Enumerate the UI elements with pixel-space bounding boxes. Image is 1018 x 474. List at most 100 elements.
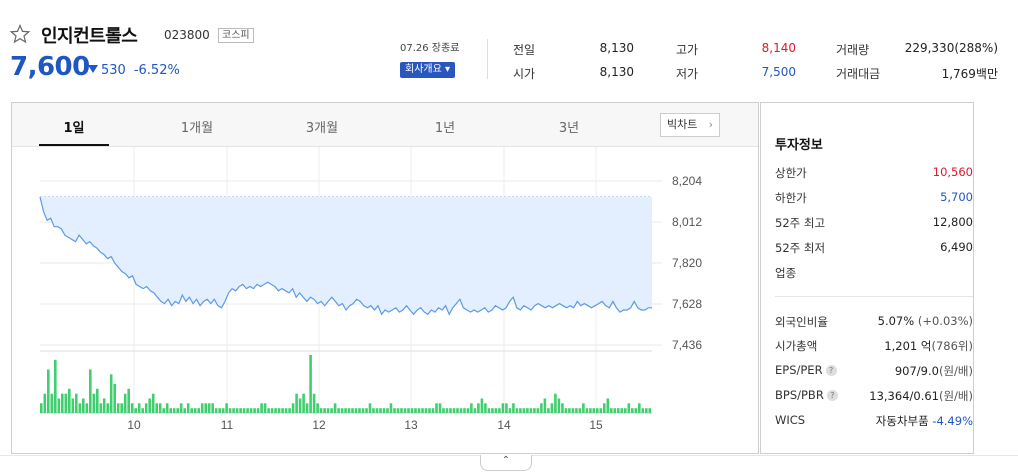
volume-bar — [330, 408, 333, 413]
volume-bar — [645, 408, 648, 413]
volume-bar — [50, 393, 54, 413]
volume-bar — [442, 408, 445, 413]
volume-bar — [557, 398, 561, 413]
volume-bar — [526, 408, 529, 413]
volume-bar — [578, 408, 582, 413]
volume-bar — [176, 408, 179, 413]
volume-bar — [501, 403, 505, 413]
volume-bar — [480, 398, 484, 413]
volume-bar — [120, 403, 123, 413]
volume-value: 229,330(288%) — [904, 41, 998, 55]
volume-bar — [484, 403, 487, 413]
fold-button[interactable]: ⌃ — [480, 455, 532, 471]
wics-value[interactable]: 자동차부품 -4.49% — [876, 413, 973, 429]
volume-bar — [438, 403, 442, 413]
volume-bar — [589, 408, 592, 413]
volume-bar — [207, 403, 211, 413]
volume-bar — [99, 403, 103, 413]
volume-bar — [634, 408, 638, 413]
volume-bar — [610, 408, 613, 413]
volume-bar — [221, 408, 225, 413]
eps-value: 907/9.0(원/배) — [895, 363, 973, 379]
volume-bar — [64, 393, 68, 413]
eps-per: 907/9.0 — [894, 364, 939, 378]
volume-bar — [613, 408, 617, 413]
volume-bar — [141, 408, 144, 413]
volume-bar — [561, 403, 564, 413]
volume-bar — [260, 403, 263, 413]
amount-label: 거래대금 — [836, 67, 881, 81]
volume-bar — [102, 398, 106, 413]
volume-bar — [309, 355, 312, 413]
help-icon[interactable]: ? — [826, 390, 838, 401]
eps-label: EPS/PER? — [775, 363, 837, 377]
volume-bar — [169, 408, 172, 413]
invest-info-panel: 투자정보 상한가 10,560 하한가 5,700 52주 최고 12,800 52주… — [760, 102, 974, 454]
volume-bar — [407, 408, 410, 413]
stock-header: 인지컨트롤스 023800 코스피 7,600 530 -6.52% 07.26 … — [0, 0, 1018, 96]
volume-bar — [414, 408, 417, 413]
volume-bar — [491, 408, 494, 413]
volume-bar — [200, 403, 204, 413]
x-tick-label: 12 — [312, 418, 326, 432]
volume-bar — [375, 408, 379, 413]
volume-bar — [358, 408, 361, 413]
volume-bar — [68, 388, 71, 413]
volume-bar — [638, 403, 641, 413]
mcap-label: 시가총액 — [775, 339, 818, 353]
foreign-ratio: 5.07% — [877, 314, 915, 328]
help-icon[interactable]: ? — [825, 365, 837, 376]
volume-bar — [165, 403, 169, 413]
volume-bar — [452, 408, 456, 413]
volume-bar — [249, 408, 253, 413]
volume-bar — [543, 398, 547, 413]
volume-bar — [288, 408, 291, 413]
volume-bar — [333, 403, 337, 413]
x-tick-label: 15 — [589, 418, 603, 432]
low-label: 저가 — [676, 67, 699, 81]
volume-bar — [540, 403, 543, 413]
high-label: 고가 — [676, 43, 699, 57]
volume-bar — [417, 408, 421, 413]
volume-bar — [592, 408, 596, 413]
volume-bar — [281, 408, 284, 413]
volume-bar — [424, 408, 428, 413]
y-tick-label: 8,204 — [672, 174, 702, 188]
volume-bar — [372, 408, 375, 413]
star-icon[interactable] — [10, 24, 30, 44]
volume-bar — [456, 408, 459, 413]
volume-bar — [389, 403, 393, 413]
wics-label: WICS — [775, 413, 806, 427]
volume-bar — [533, 408, 536, 413]
volume-bar — [256, 408, 260, 413]
volume-bar — [270, 408, 274, 413]
company-overview-button[interactable]: 회사개요 ▾ — [400, 62, 455, 78]
volume-bar — [127, 388, 130, 413]
volume-bar — [40, 403, 43, 413]
volume-bar — [620, 408, 624, 413]
stock-name: 인지컨트롤스 — [41, 26, 138, 47]
volume-bar — [109, 374, 113, 413]
volume-bar — [550, 403, 554, 413]
volume-bar — [498, 408, 501, 413]
upper-limit-label: 상한가 — [775, 166, 807, 180]
volume-bar — [267, 408, 270, 413]
volume-bar — [431, 408, 435, 413]
volume-bar — [148, 398, 151, 413]
volume-bar — [116, 403, 120, 413]
volume-bar — [477, 403, 480, 413]
low52-label: 52주 최저 — [775, 241, 826, 255]
current-price: 7,600 — [10, 52, 90, 82]
volume-label: 거래량 — [836, 43, 870, 57]
volume-bar — [473, 408, 477, 413]
volume-bar — [449, 408, 452, 413]
change-percent: -6.52% — [133, 63, 180, 78]
volume-bar — [599, 408, 603, 413]
volume-bar — [246, 408, 249, 413]
stock-code: 023800 — [164, 28, 210, 42]
x-tick-label: 11 — [221, 418, 234, 432]
price-area — [40, 196, 652, 315]
volume-bar — [505, 403, 508, 413]
eps-unit: (원/배) — [938, 364, 973, 378]
price-chart[interactable]: 8,204 8,012 7,820 7,628 7,436 10 11 12 13 14 15 — [12, 103, 758, 453]
